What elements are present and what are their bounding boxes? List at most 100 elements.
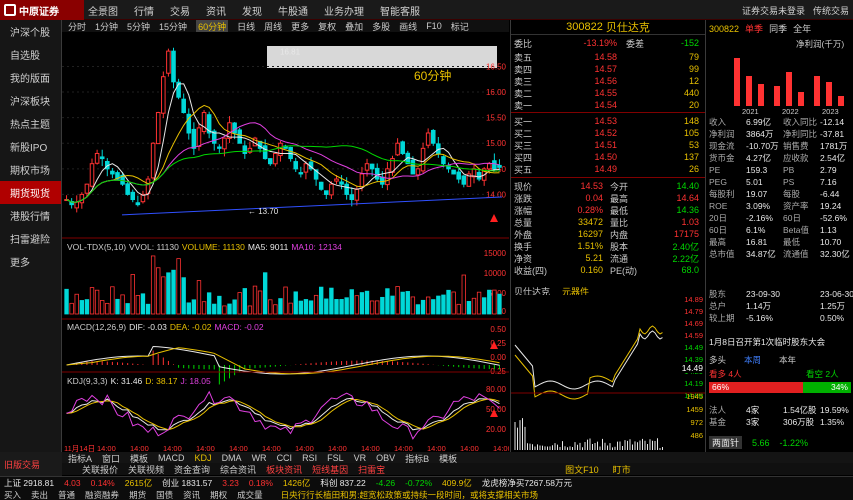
stat-value: 14.36: [676, 205, 699, 215]
menu-item-4[interactable]: 发现: [242, 3, 262, 18]
menu-item-2[interactable]: 交易: [170, 3, 190, 18]
related-quote[interactable]: 两面针 5.66 -1.22%: [709, 436, 808, 449]
sell-row[interactable]: 卖二 14.55 440: [511, 87, 705, 99]
sell-row[interactable]: 卖五 14.58 79: [511, 51, 705, 63]
ticker-item: 龙虎榜净买7267.58万元: [481, 478, 573, 488]
menu-item-0[interactable]: 全景图: [88, 3, 118, 18]
sidebar-item-9[interactable]: 扫雷避险: [0, 227, 61, 250]
info-tab-2[interactable]: 资金查询: [174, 463, 210, 476]
toolbar-item-9[interactable]: 叠加: [345, 20, 363, 33]
shortcut-3[interactable]: 融资融券: [85, 489, 119, 500]
sidebar-item-7[interactable]: 期货现货: [0, 181, 61, 204]
toolbar-item-13[interactable]: 标记: [451, 20, 469, 33]
sidebar-item-0[interactable]: 沪深个股: [0, 20, 61, 43]
shortcut-1[interactable]: 卖出: [31, 489, 48, 500]
volume-bar: [492, 289, 497, 315]
shortcut-7[interactable]: 期权: [210, 489, 227, 500]
shortcut-5[interactable]: 国债: [156, 489, 173, 500]
fin-tab-0[interactable]: 单季: [745, 22, 763, 35]
toolbar-item-0[interactable]: 分时: [68, 20, 86, 33]
shortcut-2[interactable]: 普通: [58, 489, 75, 500]
top-right-item-0[interactable]: 证券交易未登录: [742, 4, 805, 17]
volume-bar: [222, 305, 227, 315]
sidebar-item-1[interactable]: 自选股: [0, 43, 61, 66]
menu-item-1[interactable]: 行情: [134, 3, 154, 18]
shortcut-4[interactable]: 期货: [129, 489, 146, 500]
sidebar-item-4[interactable]: 热点主题: [0, 112, 61, 135]
indicator-tab-10[interactable]: VR: [354, 453, 367, 463]
inst-row: 基金 3家 306万股 1.35%: [706, 416, 853, 428]
fin-tab-2[interactable]: 全年: [793, 22, 811, 35]
sidebar-item-10[interactable]: 更多: [0, 250, 61, 273]
fin-cell: Beta值: [783, 225, 809, 235]
toolbar-item-3[interactable]: 15分钟: [159, 20, 187, 33]
volume-bar: [329, 287, 334, 315]
menu-item-6[interactable]: 业务办理: [324, 3, 364, 18]
buy-row[interactable]: 买四 14.50 137: [511, 151, 705, 163]
toolbar-item-1[interactable]: 1分钟: [95, 20, 118, 33]
menu-item-3[interactable]: 资讯: [206, 3, 226, 18]
indicator-tab-6[interactable]: WR: [252, 453, 267, 463]
rating-tab-2[interactable]: 本年: [779, 354, 796, 366]
buy-row[interactable]: 买三 14.51 53: [511, 139, 705, 151]
info-tab-1[interactable]: 关联视频: [128, 463, 164, 476]
chart-canvas[interactable]: 60分钟16.5016.0015.5015.0014.5014.0016.81←…: [62, 32, 509, 452]
toolbar-item-2[interactable]: 5分钟: [127, 20, 150, 33]
toolbar-item-10[interactable]: 多股: [372, 20, 390, 33]
indicator-tab-8[interactable]: RSI: [302, 453, 317, 463]
sell-row[interactable]: 卖一 14.54 20: [511, 99, 705, 111]
weibi-row[interactable]: 委比 -13.19% 委差 -152: [511, 37, 705, 49]
fin-cell: 每股: [783, 189, 801, 199]
sidebar-item-8[interactable]: 港股行情: [0, 204, 61, 227]
sidebar-item-6[interactable]: 期权市场: [0, 158, 61, 181]
bottom-right-0[interactable]: 图文F10: [565, 463, 599, 476]
rating-tab-1[interactable]: 本周: [744, 354, 761, 366]
toolbar-item-12[interactable]: F10: [426, 21, 442, 31]
menu-item-7[interactable]: 智能客服: [380, 3, 420, 18]
info-tab-4[interactable]: 板块资讯: [266, 463, 302, 476]
info-tab-0[interactable]: 关联报价: [82, 463, 118, 476]
notice-text[interactable]: 1月8日召开第1次临时股东大会: [709, 336, 825, 348]
toolbar-item-6[interactable]: 周线: [264, 20, 282, 33]
info-tab-6[interactable]: 扫雷宝: [358, 463, 385, 476]
menu-item-5[interactable]: 牛股通: [278, 3, 308, 18]
info-tab-3[interactable]: 综合资讯: [220, 463, 256, 476]
rating-tab-0[interactable]: 多头: [709, 354, 726, 366]
indicator-tab-7[interactable]: CCI: [277, 453, 293, 463]
inst-cell: 法人: [709, 405, 727, 415]
toolbar-item-11[interactable]: 画线: [399, 20, 417, 33]
buy-row[interactable]: 买一 14.53 148: [511, 115, 705, 127]
sell-row[interactable]: 卖四 14.57 99: [511, 63, 705, 75]
kdj-axis-label: 20.00: [486, 425, 507, 434]
old-trade-button[interactable]: 旧版交易: [0, 452, 62, 476]
indicator-tab-4[interactable]: KDJ: [195, 453, 212, 463]
info-tab-5[interactable]: 短线基因: [312, 463, 348, 476]
shortcut-0[interactable]: 买入: [4, 489, 21, 500]
holder-cell: 1.25万: [820, 301, 846, 311]
indicator-tab-11[interactable]: OBV: [376, 453, 395, 463]
fin-tab-1[interactable]: 同季: [769, 22, 787, 35]
indicator-tab-3[interactable]: MACD: [158, 453, 185, 463]
candle-body: [196, 127, 202, 147]
sidebar-item-2[interactable]: 我的版面: [0, 66, 61, 89]
news-ticker[interactable]: 日央行行长植田和男:超宽松政策或持续一段时间，或将支撑相关市场: [281, 489, 538, 500]
sidebar-item-5[interactable]: 新股IPO: [0, 135, 61, 158]
buy-row[interactable]: 买二 14.52 105: [511, 127, 705, 139]
top-right-item-1[interactable]: 传统交易: [813, 4, 849, 17]
sell-row[interactable]: 卖三 14.56 12: [511, 75, 705, 87]
toolbar-item-7[interactable]: 更多: [291, 20, 309, 33]
candle-body: [385, 168, 390, 186]
buy-row[interactable]: 买五 14.49 26: [511, 163, 705, 175]
shortcut-8[interactable]: 成交量: [237, 489, 263, 500]
candle-body: [110, 170, 115, 175]
toolbar-item-4[interactable]: 60分钟: [196, 19, 229, 33]
sidebar-item-3[interactable]: 沪深板块: [0, 89, 61, 112]
toolbar-item-5[interactable]: 日线: [237, 20, 255, 33]
toolbar-item-8[interactable]: 复权: [318, 20, 336, 33]
indicator-tab-5[interactable]: DMA: [222, 453, 242, 463]
shortcut-6[interactable]: 资讯: [183, 489, 200, 500]
intraday-chart[interactable]: 14.8914.7914.6914.5914.4914.3914.2914.19…: [511, 295, 705, 452]
bottom-right-1[interactable]: 盯市: [613, 463, 631, 476]
volume-bar: [166, 272, 171, 315]
indicator-tab-9[interactable]: FSL: [327, 453, 344, 463]
